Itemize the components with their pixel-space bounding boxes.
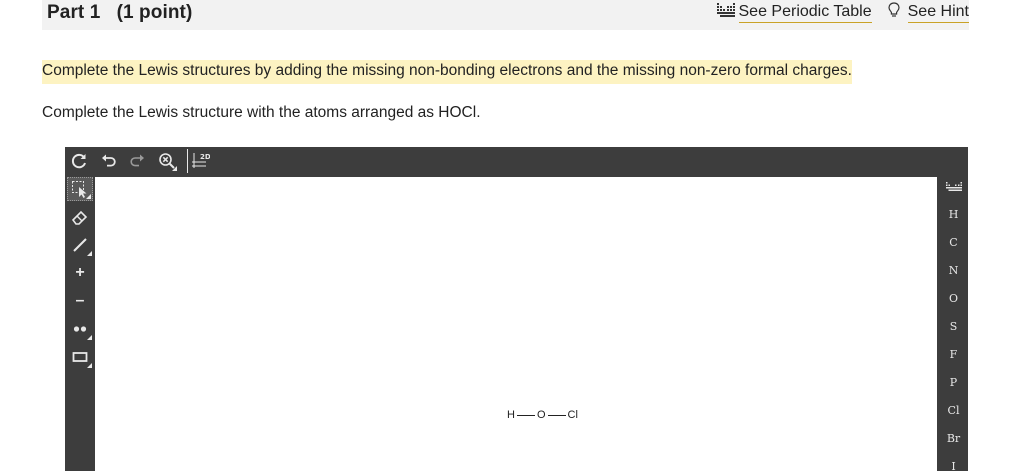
atom-hydrogen[interactable]: H (507, 409, 515, 421)
hint-label: See Hint (907, 3, 969, 23)
periodic-table-label: See Periodic Table (738, 3, 872, 23)
atom-chlorine[interactable]: Cl (568, 409, 578, 421)
select-tool-icon[interactable] (67, 177, 93, 201)
2d-clean-label: 2D (200, 153, 210, 161)
eraser-icon[interactable] (67, 205, 93, 229)
element-toolbar: H C N O S F P Cl Br I (939, 177, 968, 471)
undo-icon[interactable] (98, 150, 120, 172)
molecule-hocl[interactable]: H O Cl (507, 409, 578, 421)
bond-tool-icon[interactable] (67, 233, 93, 257)
question-instruction: Complete the Lewis structures by adding … (42, 60, 852, 84)
reset-icon[interactable] (68, 150, 90, 172)
top-toolbar: 2D (65, 147, 968, 175)
bond-h-o[interactable] (516, 414, 535, 416)
lightbulb-icon (888, 2, 900, 23)
element-n[interactable]: N (939, 264, 968, 278)
zoom-icon[interactable] (156, 150, 178, 172)
see-periodic-table-link[interactable]: See Periodic Table (716, 3, 872, 23)
element-c[interactable]: C (939, 236, 968, 250)
element-o[interactable]: O (939, 292, 968, 306)
left-toolbar: + – (65, 177, 95, 471)
lone-pair-icon[interactable] (67, 317, 93, 341)
element-p[interactable]: P (939, 376, 968, 390)
periodic-table-picker-icon[interactable] (939, 182, 968, 196)
part-label: Part 1 (47, 2, 101, 23)
header-links: See Periodic Table See Hint (716, 2, 969, 23)
points-label: (1 point) (116, 2, 193, 23)
element-i[interactable]: I (939, 460, 968, 471)
element-h[interactable]: H (939, 208, 968, 222)
rectangle-tool-icon[interactable] (67, 345, 93, 369)
structure-editor: 2D + – H O Cl H C N O S F P Cl Br I (65, 147, 968, 471)
charge-minus-icon[interactable]: – (67, 289, 93, 313)
element-cl[interactable]: Cl (939, 404, 968, 418)
element-br[interactable]: Br (939, 432, 968, 446)
see-hint-link[interactable]: See Hint (888, 2, 969, 23)
2d-clean-icon[interactable]: 2D (187, 149, 211, 173)
element-f[interactable]: F (939, 348, 968, 362)
drawing-canvas[interactable]: H O Cl (95, 177, 937, 471)
part-header: Part 1 (1 point) See Periodic Table See … (42, 0, 969, 30)
redo-icon[interactable] (126, 150, 148, 172)
periodic-table-icon (716, 3, 735, 22)
element-s[interactable]: S (939, 320, 968, 334)
charge-plus-icon[interactable]: + (67, 261, 93, 285)
atom-oxygen[interactable]: O (537, 409, 546, 421)
question-sub-instruction: Complete the Lewis structure with the at… (42, 104, 481, 121)
bond-o-cl[interactable] (547, 414, 566, 416)
part-title: Part 1 (1 point) (47, 2, 192, 24)
